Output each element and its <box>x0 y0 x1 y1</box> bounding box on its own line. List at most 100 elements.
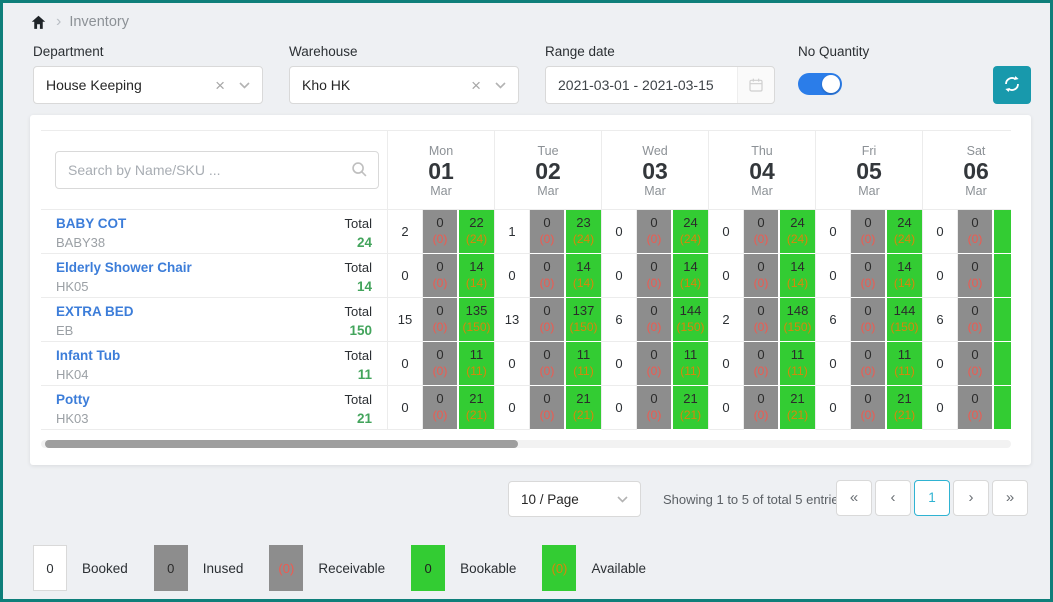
breadcrumb-current: Inventory <box>69 14 129 30</box>
inused-receivable-cell: 0 (0) <box>958 298 994 342</box>
day-cell-group: 0 0 (0) <box>923 210 1011 254</box>
inused-value: 0 <box>757 347 764 364</box>
day-header: Thu 04 Mar <box>709 131 816 209</box>
booked-cell: 0 <box>602 386 637 430</box>
day-cell-group: 13 0 (0) 137 (150) <box>495 298 602 342</box>
total-label: Total <box>345 216 372 231</box>
bookable-available-cell: 21 (21) <box>780 386 816 430</box>
bookable-value: 14 <box>576 259 590 276</box>
booked-cell: 0 <box>923 210 958 254</box>
legend-label: Booked <box>82 561 128 576</box>
legend-swatch: (0) <box>269 545 303 591</box>
inused-value: 0 <box>971 391 978 408</box>
item-name-link[interactable]: BABY COT <box>56 216 126 231</box>
bookable-available-cell: 11 (11) <box>780 342 816 386</box>
day-cell-group: 2 0 (0) 22 (24) <box>388 210 495 254</box>
inused-value: 0 <box>436 347 443 364</box>
inused-value: 0 <box>864 215 871 232</box>
day-weekday: Fri <box>816 144 922 158</box>
department-select[interactable]: House Keeping × <box>33 66 263 104</box>
inused-receivable-cell: 0 (0) <box>958 386 994 430</box>
inventory-page: › Inventory Department House Keeping × W… <box>3 3 1050 599</box>
day-header: Mon 01 Mar <box>388 131 495 209</box>
item-name-link[interactable]: Infant Tub <box>56 348 120 363</box>
day-month: Mar <box>709 184 815 198</box>
table-row: Infant Tub HK04 Total 11 0 0 (0) 11 (11)… <box>41 342 1011 386</box>
pagination-last-button[interactable]: » <box>992 480 1028 516</box>
clear-icon[interactable]: × <box>471 77 481 94</box>
available-value: (11) <box>466 364 486 380</box>
item-name-link[interactable]: EXTRA BED <box>56 304 134 319</box>
receivable-value: (0) <box>540 276 555 292</box>
day-cell-group: 0 0 (0) 11 (11) <box>816 342 923 386</box>
bookable-value: 14 <box>790 259 804 276</box>
bookable-available-cell: 22 (24) <box>459 210 495 254</box>
inused-value: 0 <box>971 259 978 276</box>
booked-cell: 0 <box>388 254 423 298</box>
receivable-value: (0) <box>433 408 448 424</box>
item-name-link[interactable]: Elderly Shower Chair <box>56 260 192 275</box>
available-value: (150) <box>890 320 918 336</box>
available-value: (24) <box>466 232 487 248</box>
available-value: (150) <box>462 320 490 336</box>
bookable-available-cell: 144 (150) <box>673 298 709 342</box>
calendar-icon <box>738 77 774 93</box>
scrollbar-thumb[interactable] <box>45 440 518 448</box>
booked-cell: 0 <box>602 342 637 386</box>
day-number: 03 <box>602 158 708 184</box>
day-cell-group: 0 0 (0) 21 (21) <box>388 386 495 430</box>
total-value: 150 <box>345 323 372 338</box>
booked-cell: 0 <box>816 254 851 298</box>
total-label: Total <box>345 304 372 319</box>
bookable-available-cell <box>994 342 1011 386</box>
pagination-next-button[interactable]: › <box>953 480 989 516</box>
day-cell-group: 6 0 (0) 144 (150) <box>602 298 709 342</box>
day-header: Wed 03 Mar <box>602 131 709 209</box>
receivable-value: (0) <box>433 276 448 292</box>
bookable-value: 21 <box>790 391 804 408</box>
inused-receivable-cell: 0 (0) <box>423 342 459 386</box>
receivable-value: (0) <box>647 320 662 336</box>
range-date-input[interactable]: 2021-03-01 - 2021-03-15 <box>545 66 775 104</box>
booked-cell: 0 <box>388 342 423 386</box>
day-cell-group: 0 0 (0) <box>923 254 1011 298</box>
booked-cell: 1 <box>495 210 530 254</box>
warehouse-select[interactable]: Kho HK × <box>289 66 519 104</box>
booked-cell: 0 <box>816 386 851 430</box>
booked-cell: 0 <box>709 342 744 386</box>
pagination-summary: Showing 1 to 5 of total 5 entries <box>663 492 845 507</box>
item-name-link[interactable]: Potty <box>56 392 90 407</box>
available-value: (14) <box>573 276 594 292</box>
booked-cell: 6 <box>816 298 851 342</box>
day-weekday: Mon <box>388 144 494 158</box>
pagination-prev-button[interactable]: ‹ <box>875 480 911 516</box>
clear-icon[interactable]: × <box>215 77 225 94</box>
inused-value: 0 <box>543 347 550 364</box>
search-input[interactable] <box>55 151 379 189</box>
day-header: Fri 05 Mar <box>816 131 923 209</box>
no-quantity-toggle[interactable] <box>798 73 842 95</box>
day-cell-group: 0 0 (0) 14 (14) <box>388 254 495 298</box>
booked-cell: 0 <box>923 254 958 298</box>
inused-value: 0 <box>436 391 443 408</box>
home-icon[interactable] <box>30 13 48 31</box>
inused-receivable-cell: 0 (0) <box>423 210 459 254</box>
inused-receivable-cell: 0 (0) <box>744 298 780 342</box>
page-size-select[interactable]: 10 / Page <box>508 481 641 517</box>
item-cell: BABY COT BABY38 Total 24 <box>41 210 388 254</box>
bookable-available-cell: 11 (11) <box>673 342 709 386</box>
booked-cell: 0 <box>495 386 530 430</box>
pagination-page-1-button[interactable]: 1 <box>914 480 950 516</box>
day-weekday: Wed <box>602 144 708 158</box>
breadcrumb: › Inventory <box>30 13 129 31</box>
total-value: 24 <box>345 235 372 250</box>
legend: 0 Booked 0 Inused (0) Receivable 0 Booka… <box>33 545 646 591</box>
day-month: Mar <box>495 184 601 198</box>
day-cell-group: 0 0 (0) <box>923 342 1011 386</box>
bookable-value: 24 <box>790 215 804 232</box>
table-row: Elderly Shower Chair HK05 Total 14 0 0 (… <box>41 254 1011 298</box>
bookable-value: 144 <box>894 303 916 320</box>
pagination-first-button[interactable]: « <box>836 480 872 516</box>
refresh-button[interactable] <box>993 66 1031 104</box>
available-value: (14) <box>787 276 808 292</box>
